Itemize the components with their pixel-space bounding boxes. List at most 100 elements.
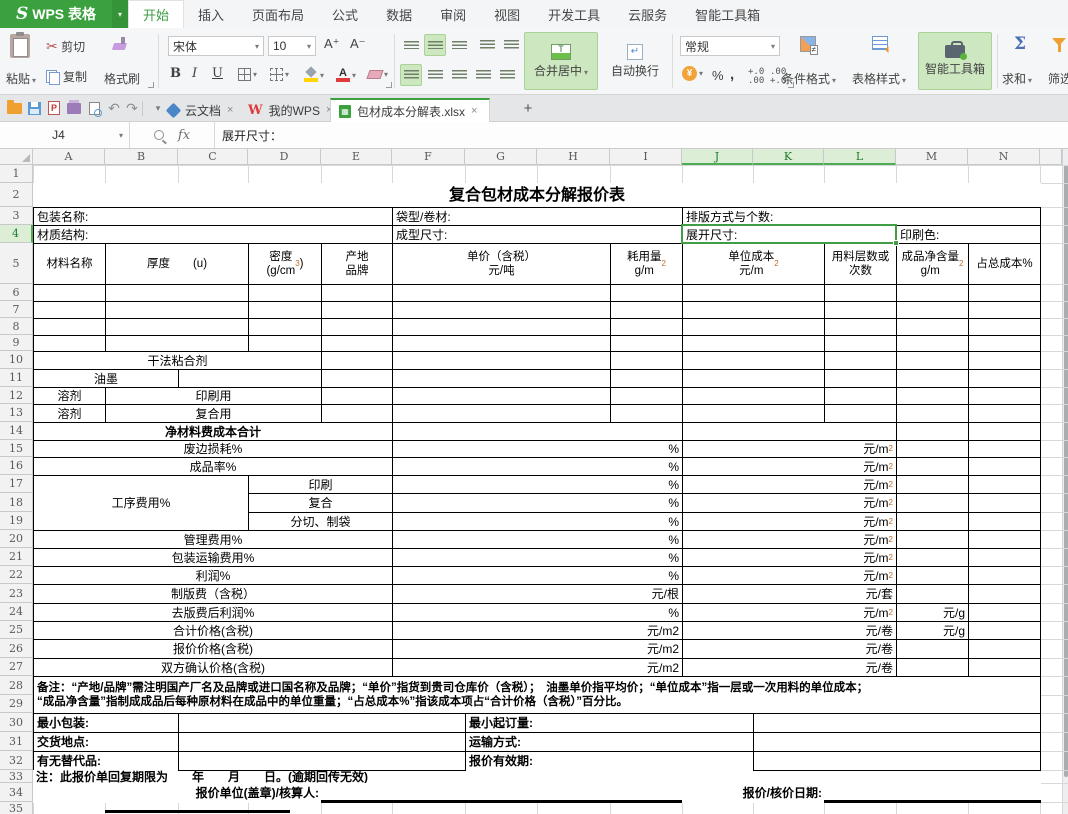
cell[interactable]: 报价有效期: bbox=[465, 751, 754, 771]
cell[interactable]: 成型尺寸: bbox=[392, 225, 683, 244]
cell[interactable] bbox=[178, 369, 322, 388]
cell[interactable] bbox=[321, 369, 393, 388]
cell[interactable] bbox=[824, 301, 897, 319]
clipboard-dialog-launcher[interactable] bbox=[148, 82, 154, 88]
cell[interactable] bbox=[896, 422, 969, 441]
cell[interactable] bbox=[968, 335, 1041, 352]
cell[interactable] bbox=[682, 335, 825, 352]
cell[interactable] bbox=[896, 548, 969, 567]
menu-tab-formulas[interactable]: 公式 bbox=[318, 0, 372, 28]
cell[interactable]: 管理费用% bbox=[33, 530, 393, 549]
cell[interactable]: 袋型/卷材: bbox=[392, 207, 683, 226]
cell[interactable]: 双方确认价格(含税) bbox=[33, 658, 393, 677]
close-icon[interactable]: × bbox=[471, 105, 477, 117]
cell[interactable]: 包装运输费用% bbox=[33, 548, 393, 567]
doc-tab-active-workbook[interactable]: ▦ 包材成本分解表.xlsx × bbox=[330, 98, 490, 122]
bold-button[interactable]: B bbox=[170, 66, 181, 81]
cell[interactable] bbox=[248, 284, 322, 302]
cell[interactable]: 溶剂 bbox=[33, 387, 106, 405]
row-header-35[interactable]: 35 bbox=[0, 802, 33, 814]
cell[interactable] bbox=[33, 318, 106, 336]
cell[interactable] bbox=[968, 493, 1041, 513]
column-header-M[interactable]: M bbox=[896, 149, 968, 165]
cell[interactable] bbox=[968, 475, 1041, 494]
align-bottom-button[interactable] bbox=[448, 34, 470, 56]
column-header-N[interactable]: N bbox=[968, 149, 1040, 165]
cell[interactable] bbox=[824, 284, 897, 302]
cell[interactable] bbox=[896, 284, 969, 302]
menu-tab-cloud[interactable]: 云服务 bbox=[614, 0, 681, 28]
cell[interactable] bbox=[610, 301, 683, 319]
cell[interactable] bbox=[968, 369, 1041, 388]
cell[interactable]: 占总成本% bbox=[968, 243, 1041, 285]
column-header-H[interactable]: H bbox=[537, 149, 610, 165]
cell[interactable]: 元/m2 bbox=[682, 457, 897, 476]
justify-button[interactable] bbox=[472, 64, 494, 86]
cell[interactable]: 耗用量g/m2 bbox=[610, 243, 683, 285]
cell[interactable] bbox=[392, 404, 611, 423]
menu-tab-insert[interactable]: 插入 bbox=[184, 0, 238, 28]
cell[interactable] bbox=[968, 440, 1041, 458]
cell[interactable]: 展开尺寸: bbox=[682, 225, 897, 244]
cell[interactable] bbox=[896, 301, 969, 319]
decrease-font-button[interactable]: A⁻ bbox=[350, 36, 366, 52]
smart-toolbox-button[interactable]: 智能工具箱 bbox=[918, 32, 992, 90]
sum-button[interactable]: 求和▾ bbox=[1002, 70, 1032, 87]
cell[interactable] bbox=[824, 335, 897, 352]
save-icon[interactable] bbox=[26, 100, 42, 116]
row-header-6[interactable]: 6 bbox=[0, 284, 33, 301]
cell[interactable]: 产地品牌 bbox=[321, 243, 393, 285]
cell[interactable] bbox=[968, 548, 1041, 567]
row-header-24[interactable]: 24 bbox=[0, 603, 33, 621]
row-header-34[interactable]: 34 bbox=[0, 783, 33, 802]
cell[interactable]: 最小包装: bbox=[33, 713, 179, 733]
conditional-format-icon[interactable] bbox=[800, 36, 816, 52]
draw-border-button[interactable]: ▾ bbox=[270, 68, 289, 81]
cell[interactable]: 元/m2 bbox=[682, 440, 897, 458]
cell[interactable] bbox=[321, 783, 683, 803]
cell[interactable] bbox=[824, 351, 897, 370]
wrap-text-button[interactable]: ↵ 自动换行 bbox=[604, 32, 666, 90]
cell[interactable]: 包装名称: bbox=[33, 207, 393, 226]
cell[interactable]: 元/m2 bbox=[392, 658, 683, 677]
cell[interactable] bbox=[824, 318, 897, 336]
cell[interactable]: 合计价格(含税) bbox=[33, 621, 393, 640]
namebox-dropdown-icon[interactable]: ▾ bbox=[119, 131, 123, 140]
cell[interactable] bbox=[610, 369, 683, 388]
underline-button[interactable]: U bbox=[212, 66, 223, 81]
cell[interactable] bbox=[33, 284, 106, 302]
format-painter-button[interactable]: 格式刷 bbox=[104, 70, 140, 87]
menu-tab-view[interactable]: 视图 bbox=[480, 0, 534, 28]
menu-tab-home[interactable]: 开始 bbox=[128, 0, 184, 28]
menu-tab-developer[interactable]: 开发工具 bbox=[534, 0, 614, 28]
align-middle-button[interactable] bbox=[424, 34, 446, 56]
cell[interactable]: 元/m2 bbox=[392, 621, 683, 640]
logo-dropdown-icon[interactable]: ▾ bbox=[112, 0, 128, 28]
cell[interactable] bbox=[392, 318, 611, 336]
table-style-button[interactable]: 表格样式▾ bbox=[852, 70, 906, 87]
paste-button[interactable]: 粘贴▾ bbox=[6, 70, 36, 87]
cell[interactable] bbox=[968, 566, 1041, 585]
cell[interactable] bbox=[321, 351, 393, 370]
cell[interactable] bbox=[968, 603, 1041, 622]
cell[interactable] bbox=[896, 639, 969, 659]
cell[interactable] bbox=[682, 301, 825, 319]
cut-button[interactable]: ✂ 剪切 bbox=[46, 38, 85, 55]
cell[interactable]: 元/m2 bbox=[682, 548, 897, 567]
comma-format-button[interactable]: , bbox=[730, 66, 734, 83]
cell[interactable] bbox=[682, 351, 825, 370]
cell[interactable] bbox=[610, 387, 683, 405]
cell[interactable] bbox=[248, 335, 322, 352]
menu-tab-smart-toolbox[interactable]: 智能工具箱 bbox=[681, 0, 774, 28]
increase-decimal-button[interactable]: +.0.00 bbox=[748, 68, 764, 86]
cell[interactable] bbox=[896, 387, 969, 405]
row-header-27[interactable]: 27 bbox=[0, 658, 33, 676]
cell[interactable] bbox=[896, 440, 969, 458]
cell[interactable] bbox=[178, 751, 466, 771]
column-header-L[interactable]: L bbox=[824, 149, 896, 165]
cell[interactable] bbox=[896, 512, 969, 531]
cell[interactable]: 复合 bbox=[248, 493, 393, 513]
cell[interactable] bbox=[968, 422, 1041, 441]
cell[interactable]: 用料层数或次数 bbox=[824, 243, 897, 285]
cell[interactable]: % bbox=[392, 440, 683, 458]
